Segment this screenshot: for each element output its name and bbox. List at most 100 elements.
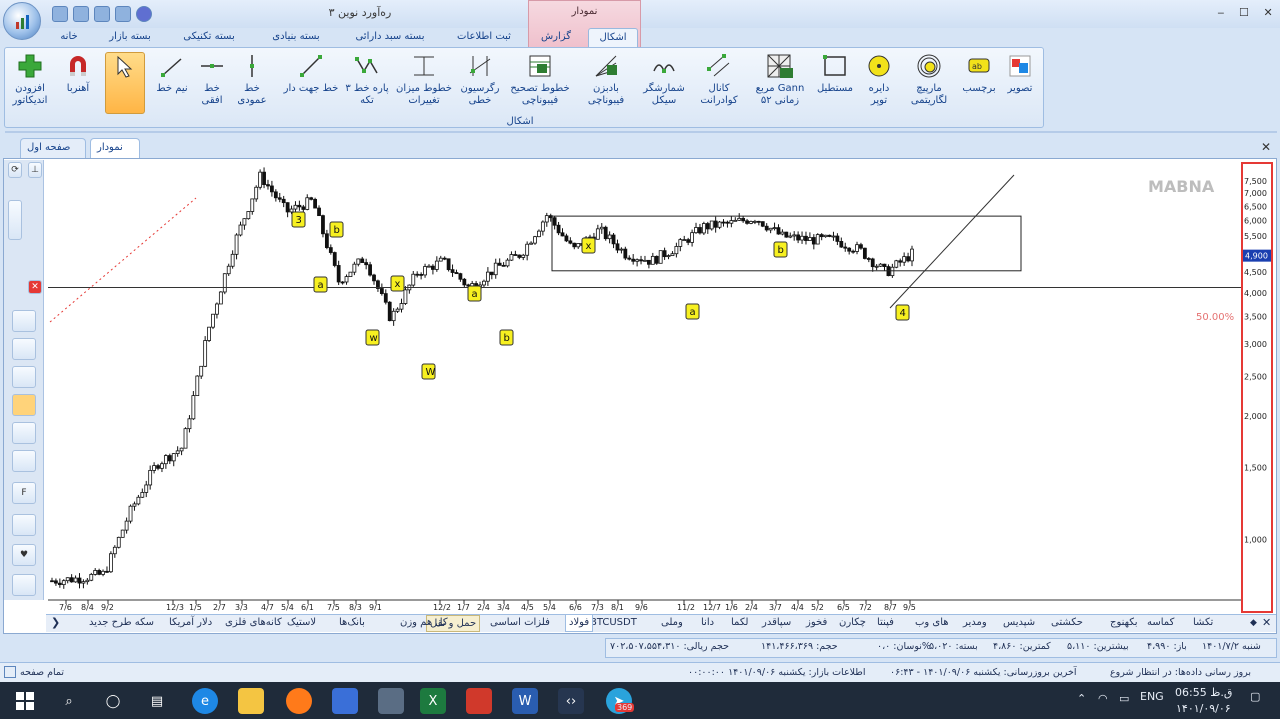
file-explorer-icon[interactable]: [238, 688, 264, 714]
symbol-tab[interactable]: فخوز: [803, 615, 830, 632]
symbol-tab[interactable]: فپنتا: [874, 615, 897, 632]
search-icon[interactable]: ⌕: [56, 688, 82, 714]
pointer-button[interactable]: [105, 52, 145, 114]
settings-icon[interactable]: [115, 6, 131, 22]
firefox-icon[interactable]: [286, 688, 312, 714]
gann-square-button[interactable]: مربع Gann زمانی ۵۲: [752, 52, 808, 118]
add-indicator-button[interactable]: افزودن اندیکاتور: [8, 52, 52, 118]
battery-icon[interactable]: ▭: [1119, 692, 1129, 705]
lang-indicator[interactable]: ENG: [1140, 690, 1164, 703]
help-icon[interactable]: [136, 6, 152, 22]
tray-arrow-icon[interactable]: ⌃: [1077, 692, 1086, 705]
linear-regression-button[interactable]: رگرسیون خطی: [456, 52, 504, 118]
close-button[interactable]: ✕: [1263, 6, 1272, 19]
symbol-tab[interactable]: حکشتی: [1048, 615, 1086, 632]
symbol-tab[interactable]: وملی: [658, 615, 686, 632]
change-level-lines-button[interactable]: خطوط میزان تغییرات: [396, 52, 452, 118]
log-spiral-button[interactable]: مارپیچ لگاریتمی: [905, 52, 953, 118]
symbol-tab[interactable]: چکارن: [836, 615, 869, 632]
tab-data-entry[interactable]: ثبت اطلاعات: [448, 28, 520, 47]
tab-fundamental-package[interactable]: بسته بنیادی: [258, 28, 334, 47]
fib-fan-button[interactable]: بادبزن فیبوناچی: [580, 52, 632, 118]
symbol-tab[interactable]: بانک‌ها: [336, 615, 368, 632]
symbol-tab[interactable]: ومدیر: [960, 615, 990, 632]
tool-icon-3[interactable]: [12, 366, 36, 388]
fullscreen-icon[interactable]: [4, 666, 16, 678]
horizontal-line-button[interactable]: خط افقی: [195, 52, 229, 118]
clock-date[interactable]: ۱۴۰۱/۰۹/۰۶: [1176, 702, 1231, 715]
scrollbar[interactable]: [8, 200, 22, 240]
task-view-icon[interactable]: ▤: [144, 688, 170, 714]
symbol-tab[interactable]: کل هم وزن: [397, 615, 451, 632]
cortana-icon[interactable]: ◯: [100, 688, 126, 714]
save-icon[interactable]: [52, 6, 68, 22]
tool-icon-2[interactable]: [12, 338, 36, 360]
print-icon[interactable]: [73, 6, 89, 22]
tab-home[interactable]: خانه: [45, 28, 93, 47]
tool-icon-6[interactable]: [12, 450, 36, 472]
refresh-icon[interactable]: ⟳: [8, 162, 22, 178]
maximize-button[interactable]: ☐: [1239, 6, 1249, 19]
symbol-tab[interactable]: بکهنوج: [1107, 615, 1141, 632]
symbol-tab[interactable]: شپدیس: [1000, 615, 1038, 632]
trend-line-button[interactable]: خط جهت دار: [282, 52, 340, 118]
tab-market-package[interactable]: بسته بازار: [100, 28, 160, 47]
rahavard-app-icon[interactable]: [466, 688, 492, 714]
tool-icon-4[interactable]: [12, 394, 36, 416]
tool-icon-7[interactable]: F: [12, 482, 36, 504]
symbol-tab[interactable]: سپاقدر: [759, 615, 794, 632]
symbol-tab[interactable]: لکما: [728, 615, 751, 632]
tool-icon-10[interactable]: [12, 574, 36, 596]
filled-circle-button[interactable]: دایره توپر: [860, 52, 898, 118]
symbol-tab[interactable]: دلار آمریکا: [166, 615, 215, 632]
tool-icon-8[interactable]: [12, 514, 36, 536]
rectangle-button[interactable]: مستطیل: [812, 52, 858, 118]
fib-retracement-button[interactable]: خطوط تصحیح فیبوناچی: [508, 52, 572, 118]
store-icon[interactable]: [332, 688, 358, 714]
symbol-tab[interactable]: فولاد: [565, 615, 594, 632]
symbol-tab[interactable]: فلزات اساسی: [487, 615, 553, 632]
tool-icon-9[interactable]: ♥: [12, 544, 36, 566]
tab-portfolio-package[interactable]: بسته سبد دارائی: [344, 28, 436, 47]
vertical-line-button[interactable]: خط عمودی: [232, 52, 272, 118]
cycle-counter-button[interactable]: شمارشگر سیکل: [638, 52, 690, 118]
symbol-tab[interactable]: دانا: [698, 615, 717, 632]
print-preview-icon[interactable]: [94, 6, 110, 22]
excel-icon[interactable]: X: [420, 688, 446, 714]
symbol-tab[interactable]: تکشا: [1190, 615, 1216, 632]
tabs-close-icon[interactable]: ✕: [1259, 615, 1274, 632]
tool-icon-1[interactable]: [12, 310, 36, 332]
close-document-icon[interactable]: ✕: [1259, 140, 1273, 154]
app-menu-orb[interactable]: [3, 2, 41, 40]
dev-tool-icon[interactable]: ‹›: [558, 688, 584, 714]
symbol-tab[interactable]: کانه‌های فلزی: [222, 615, 285, 632]
tab-first-page[interactable]: صفحه اول: [20, 138, 86, 158]
image-button[interactable]: تصویر: [1002, 52, 1038, 118]
wifi-icon[interactable]: ◠: [1098, 692, 1108, 705]
clock-time[interactable]: 06:55 ق.ظ: [1175, 686, 1232, 699]
tab-chart[interactable]: نمودار: [90, 138, 140, 158]
tabs-scroll-left-icon[interactable]: ◆: [1247, 615, 1260, 632]
symbol-tab[interactable]: BTCUSDT: [587, 615, 640, 632]
minimize-button[interactable]: ‒: [1217, 6, 1224, 19]
explorer-window-icon[interactable]: [378, 688, 404, 714]
price-chart[interactable]: MABNA 7/6 8/4 9/2 12/3 1/5 2/7 3/3 4/7 5/4 6/1 7/5…: [48, 162, 1242, 614]
symbol-tab[interactable]: لاستیک: [284, 615, 319, 632]
full-page-label[interactable]: تمام صفحه: [20, 667, 64, 678]
half-line-button[interactable]: نیم خط: [150, 52, 194, 118]
notification-icon[interactable]: ▢: [1250, 690, 1260, 703]
magnet-button[interactable]: آهنربا: [58, 52, 98, 118]
label-button[interactable]: ab برچسب: [958, 52, 1000, 118]
quadrant-channel-button[interactable]: کانال کوادرانت: [694, 52, 744, 118]
word-icon[interactable]: W: [512, 688, 538, 714]
windows-start-icon[interactable]: [12, 688, 38, 714]
three-point-line-button[interactable]: پاره خط ۳ تکه: [342, 52, 392, 118]
edge-browser-icon[interactable]: e: [192, 688, 218, 714]
tab-report[interactable]: گزارش: [532, 28, 580, 47]
tabs-scroll-right-icon[interactable]: ❯: [48, 615, 63, 632]
symbol-tab[interactable]: های وب: [912, 615, 952, 632]
symbol-tab[interactable]: کماسه: [1144, 615, 1177, 632]
tool-icon-5[interactable]: [12, 422, 36, 444]
clear-icon[interactable]: ✕: [28, 280, 42, 294]
tab-shapes[interactable]: اشکال: [588, 28, 638, 47]
